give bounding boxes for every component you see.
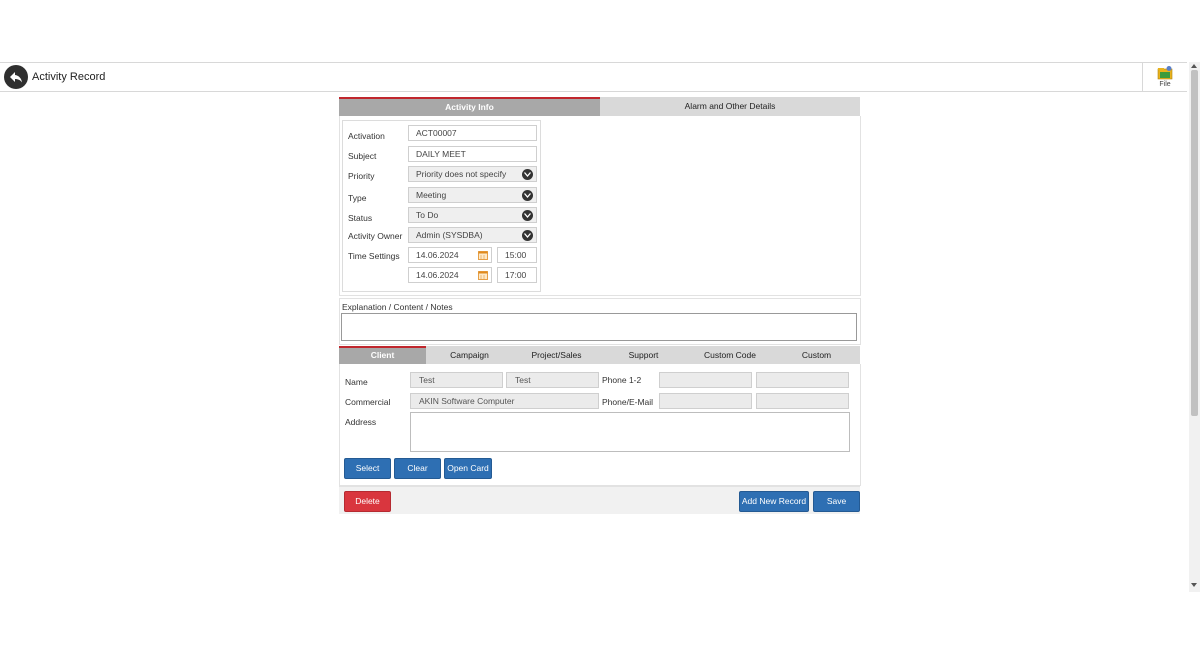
activity-info-area: Activation ACT00007 Subject DAILY MEET P… <box>339 116 861 296</box>
type-select[interactable]: Meeting <box>408 187 537 203</box>
chevron-down-icon <box>522 190 533 201</box>
activity-form: Activation ACT00007 Subject DAILY MEET P… <box>342 120 541 292</box>
end-date-field[interactable]: 14.06.2024 <box>408 267 492 283</box>
commercial-label: Commercial <box>345 397 391 407</box>
tab-campaign[interactable]: Campaign <box>426 346 513 364</box>
client-last-name-field[interactable]: Test <box>506 372 599 388</box>
start-date-value: 14.06.2024 <box>416 250 459 260</box>
phone2-field[interactable] <box>756 372 849 388</box>
activation-label: Activation <box>348 131 385 141</box>
email-field[interactable] <box>756 393 849 409</box>
calendar-icon[interactable] <box>478 270 488 280</box>
scroll-down-icon[interactable] <box>1191 583 1197 587</box>
app-header: Activity Record File <box>0 62 1187 92</box>
priority-value: Priority does not specify <box>416 169 507 179</box>
end-time-field[interactable]: 17:00 <box>497 267 537 283</box>
owner-value: Admin (SYSDBA) <box>416 230 483 240</box>
notes-textarea[interactable] <box>341 313 857 341</box>
time-settings-label: Time Settings <box>348 251 400 261</box>
phone3-field[interactable] <box>659 393 752 409</box>
notes-label: Explanation / Content / Notes <box>342 302 453 312</box>
chevron-down-icon <box>522 169 533 180</box>
top-tabs: Activity Info Alarm and Other Details <box>339 97 860 116</box>
client-tabs: Client Campaign Project/Sales Support Cu… <box>339 346 860 364</box>
priority-label: Priority <box>348 171 375 181</box>
notes-section: Explanation / Content / Notes <box>339 298 861 345</box>
tab-support[interactable]: Support <box>600 346 687 364</box>
tab-alarm-details[interactable]: Alarm and Other Details <box>600 97 860 116</box>
folder-icon <box>1157 66 1173 80</box>
activity-panel: Activity Info Alarm and Other Details Ac… <box>339 97 861 514</box>
open-card-button[interactable]: Open Card <box>444 458 492 479</box>
status-select[interactable]: To Do <box>408 207 537 223</box>
subject-label: Subject <box>348 151 377 161</box>
type-value: Meeting <box>416 190 447 200</box>
tab-activity-info[interactable]: Activity Info <box>339 97 600 116</box>
owner-select[interactable]: Admin (SYSDBA) <box>408 227 537 243</box>
commercial-field[interactable]: AKIN Software Computer <box>410 393 599 409</box>
address-label: Address <box>345 417 377 427</box>
phone-email-label: Phone/E-Mail <box>602 397 654 407</box>
tab-project-sales[interactable]: Project/Sales <box>513 346 600 364</box>
file-label: File <box>1159 81 1171 88</box>
type-label: Type <box>348 193 367 203</box>
client-first-name-field[interactable]: Test <box>410 372 503 388</box>
clear-button[interactable]: Clear <box>394 458 441 479</box>
status-value: To Do <box>416 210 439 220</box>
vertical-scrollbar[interactable] <box>1189 62 1200 592</box>
delete-button[interactable]: Delete <box>344 491 391 512</box>
address-textarea[interactable] <box>410 412 850 452</box>
phone1-field[interactable] <box>659 372 752 388</box>
activation-field[interactable]: ACT00007 <box>408 125 537 141</box>
tab-custom[interactable]: Custom <box>773 346 860 364</box>
calendar-icon[interactable] <box>478 250 488 260</box>
file-button[interactable]: File <box>1142 63 1187 91</box>
status-label: Status <box>348 213 373 223</box>
scroll-up-icon[interactable] <box>1191 64 1197 68</box>
priority-select[interactable]: Priority does not specify <box>408 166 537 182</box>
scroll-thumb[interactable] <box>1191 70 1198 416</box>
select-button[interactable]: Select <box>344 458 391 479</box>
page-title: Activity Record <box>32 71 106 83</box>
add-new-record-button[interactable]: Add New Record <box>739 491 809 512</box>
back-arrow-icon <box>10 72 22 83</box>
tab-custom-code[interactable]: Custom Code <box>687 346 773 364</box>
owner-label: Activity Owner <box>348 231 403 241</box>
phone12-label: Phone 1-2 <box>602 375 642 385</box>
start-date-field[interactable]: 14.06.2024 <box>408 247 492 263</box>
name-label: Name <box>345 377 368 387</box>
back-button[interactable] <box>4 65 28 89</box>
chevron-down-icon <box>522 230 533 241</box>
end-date-value: 14.06.2024 <box>416 270 459 280</box>
save-button[interactable]: Save <box>813 491 860 512</box>
footer-actions: Delete Add New Record Save <box>339 486 860 514</box>
start-time-field[interactable]: 15:00 <box>497 247 537 263</box>
client-area: Name Test Test Phone 1-2 Commercial AKIN… <box>339 364 861 486</box>
tab-client[interactable]: Client <box>339 346 426 364</box>
subject-field[interactable]: DAILY MEET <box>408 146 537 162</box>
chevron-down-icon <box>522 210 533 221</box>
